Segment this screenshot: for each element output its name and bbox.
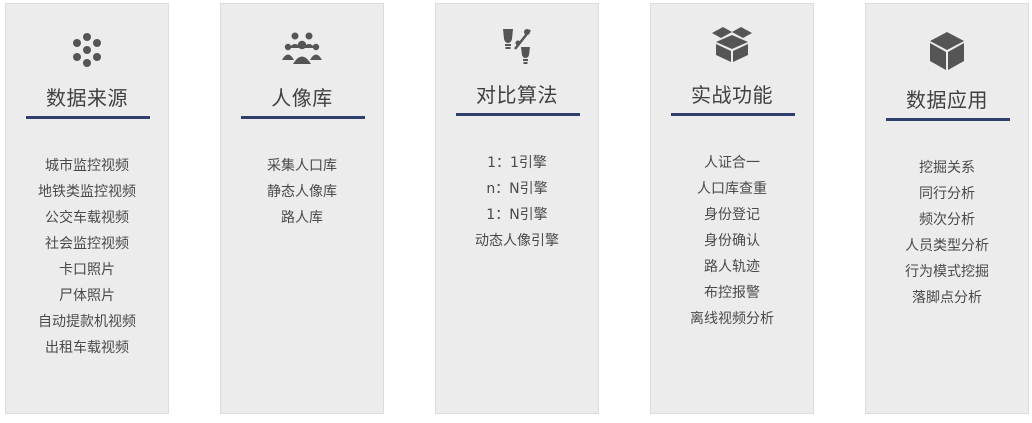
card-comparison-algorithms: 对比算法 1：1引擎 n：N引擎 1：N引擎 动态人像引擎 — [435, 3, 599, 414]
list-item: 地铁类监控视频 — [38, 184, 136, 200]
list-item: 人员类型分析 — [905, 238, 989, 254]
list-item: 离线视频分析 — [690, 311, 774, 327]
list-item: 人口库查重 — [697, 181, 767, 197]
card-combat-functions: 实战功能 人证合一 人口库查重 身份登记 身份确认 路人轨迹 布控报警 离线视频… — [650, 3, 814, 414]
list-item: 尸体照片 — [59, 288, 115, 304]
card-title: 对比算法 — [476, 83, 558, 107]
list-item: 采集人口库 — [267, 158, 337, 174]
card-title: 实战功能 — [691, 83, 773, 107]
item-list: 人证合一 人口库查重 身份登记 身份确认 路人轨迹 布控报警 离线视频分析 — [651, 150, 813, 332]
cube-icon — [866, 31, 1028, 71]
list-item: 公交车载视频 — [45, 210, 129, 226]
list-item: 卡口照片 — [59, 262, 115, 278]
card-title: 数据应用 — [906, 88, 988, 112]
title-underline — [886, 118, 1010, 121]
list-item: 1：N引擎 — [486, 207, 548, 223]
item-list: 采集人口库 静态人像库 路人库 — [221, 153, 383, 231]
list-item: 人证合一 — [704, 155, 760, 171]
capability-panel: 数据来源 城市监控视频 地铁类监控视频 公交车载视频 社会监控视频 卡口照片 尸… — [0, 0, 1032, 423]
card-data-sources: 数据来源 城市监控视频 地铁类监控视频 公交车载视频 社会监控视频 卡口照片 尸… — [5, 3, 169, 414]
title-underline — [26, 116, 150, 119]
card-portrait-library: 人像库 采集人口库 静态人像库 路人库 — [220, 3, 384, 414]
list-item: 城市监控视频 — [45, 158, 129, 174]
list-item: 静态人像库 — [267, 184, 337, 200]
list-item: 行为模式挖掘 — [905, 264, 989, 280]
list-item: 社会监控视频 — [45, 236, 129, 252]
list-item: 出租车载视频 — [45, 340, 129, 356]
title-underline — [671, 113, 795, 116]
list-item: 同行分析 — [919, 186, 975, 202]
title-underline — [456, 113, 580, 116]
item-list: 1：1引擎 n：N引擎 1：N引擎 动态人像引擎 — [436, 150, 598, 254]
list-item: 路人库 — [281, 210, 323, 226]
list-item: 动态人像引擎 — [475, 233, 559, 249]
card-data-applications: 数据应用 挖掘关系 同行分析 频次分析 人员类型分析 行为模式挖掘 落脚点分析 — [865, 3, 1029, 414]
lightbulb-percent-icon — [436, 26, 598, 66]
dots-cluster-icon — [6, 30, 168, 70]
list-item: 身份确认 — [704, 233, 760, 249]
list-item: 挖掘关系 — [919, 160, 975, 176]
list-item: 布控报警 — [704, 285, 760, 301]
card-title: 数据来源 — [46, 86, 128, 110]
people-group-icon — [221, 28, 383, 68]
list-item: 落脚点分析 — [912, 290, 982, 306]
open-box-icon — [651, 24, 813, 64]
list-item: 1：1引擎 — [487, 155, 547, 171]
title-underline — [241, 116, 365, 119]
list-item: 身份登记 — [704, 207, 760, 223]
list-item: 频次分析 — [919, 212, 975, 228]
list-item: n：N引擎 — [486, 181, 548, 197]
item-list: 城市监控视频 地铁类监控视频 公交车载视频 社会监控视频 卡口照片 尸体照片 自… — [6, 153, 168, 361]
item-list: 挖掘关系 同行分析 频次分析 人员类型分析 行为模式挖掘 落脚点分析 — [866, 155, 1028, 311]
list-item: 自动提款机视频 — [38, 314, 136, 330]
card-title: 人像库 — [271, 86, 333, 110]
list-item: 路人轨迹 — [704, 259, 760, 275]
